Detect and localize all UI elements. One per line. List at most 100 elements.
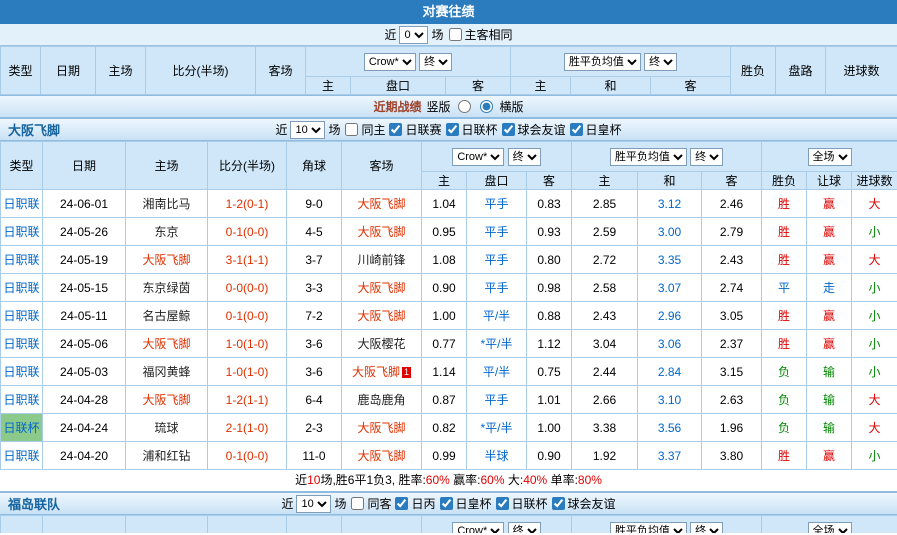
- team1-odds-source-select[interactable]: Crow*: [452, 148, 504, 166]
- match-score-link[interactable]: 0-1(0-0): [208, 442, 287, 470]
- league-filter-option[interactable]: 日联杯: [444, 121, 498, 138]
- away-team-link[interactable]: 川崎前锋: [342, 246, 422, 274]
- history-row: 日职联24-06-01湘南比马1-2(0-1)9-0大阪飞脚1.04平手0.83…: [1, 190, 897, 218]
- league-type-cell[interactable]: 日职联: [1, 302, 43, 330]
- league-type-cell[interactable]: 日职联: [1, 246, 43, 274]
- away-team-link[interactable]: 大阪飞脚: [342, 442, 422, 470]
- home-team-link[interactable]: 大阪飞脚: [126, 246, 208, 274]
- handicap-cell[interactable]: 平手: [467, 246, 527, 274]
- team2-avg-final-select[interactable]: 终: [690, 522, 723, 534]
- match-score-link[interactable]: 1-2(0-1): [208, 190, 287, 218]
- team2-count-select[interactable]: 10: [296, 495, 331, 513]
- handicap-cell[interactable]: 平手: [467, 190, 527, 218]
- away-team-link[interactable]: 鹿岛鹿角: [342, 386, 422, 414]
- league-type-cell[interactable]: 日职联: [1, 386, 43, 414]
- h2h-odds-source-select[interactable]: Crow*: [364, 53, 416, 71]
- vertical-layout-radio[interactable]: [458, 100, 471, 113]
- home-team-link[interactable]: 琉球: [126, 414, 208, 442]
- match-score-link[interactable]: 1-0(1-0): [208, 330, 287, 358]
- league-filter-checkbox[interactable]: [440, 497, 453, 510]
- league-filter-checkbox[interactable]: [389, 123, 402, 136]
- win-loss-cell: 负: [762, 386, 807, 414]
- team1-name[interactable]: 大阪飞脚: [8, 120, 60, 139]
- handicap-cell[interactable]: 平手: [467, 386, 527, 414]
- away-team-link[interactable]: 大阪飞脚: [342, 274, 422, 302]
- match-score-link[interactable]: 0-0(0-0): [208, 274, 287, 302]
- away-odds-cell: 1.01: [527, 386, 572, 414]
- handicap-cell[interactable]: 半球: [467, 442, 527, 470]
- league-type-cell[interactable]: 日职联: [1, 330, 43, 358]
- league-filter-checkbox[interactable]: [496, 497, 509, 510]
- h2h-odds-final-select[interactable]: 终: [419, 53, 452, 71]
- league-filter-checkbox[interactable]: [502, 123, 515, 136]
- away-team-link[interactable]: 大阪飞脚: [342, 218, 422, 246]
- match-score-link[interactable]: 1-0(1-0): [208, 358, 287, 386]
- team1-avg-select[interactable]: 胜平负均值: [610, 148, 687, 166]
- handicap-cell[interactable]: 平手: [467, 218, 527, 246]
- away-team-link[interactable]: 大阪飞脚: [342, 190, 422, 218]
- same-venue-checkbox[interactable]: [449, 28, 462, 41]
- home-odds-cell: 0.82: [422, 414, 467, 442]
- home-team-link[interactable]: 大阪飞脚: [126, 386, 208, 414]
- handicap-cell[interactable]: 平/半: [467, 302, 527, 330]
- handicap-result-cell: 输: [807, 386, 852, 414]
- col-type: 类型: [1, 47, 41, 95]
- match-score-link[interactable]: 0-1(0-0): [208, 218, 287, 246]
- handicap-cell[interactable]: 平手: [467, 274, 527, 302]
- league-filter-option[interactable]: 球会友谊: [500, 121, 566, 138]
- league-filter-checkbox[interactable]: [446, 123, 459, 136]
- team1-avg-final-select[interactable]: 终: [690, 148, 723, 166]
- handicap-cell[interactable]: *平/半: [467, 414, 527, 442]
- team1-full-match-select[interactable]: 全场: [808, 148, 852, 166]
- away-team-link[interactable]: 大阪飞脚1: [342, 358, 422, 386]
- league-filter-checkbox[interactable]: [552, 497, 565, 510]
- h2h-count-select[interactable]: 0: [399, 26, 428, 44]
- match-score-link[interactable]: 3-1(1-1): [208, 246, 287, 274]
- home-team-link[interactable]: 大阪飞脚: [126, 330, 208, 358]
- horizontal-layout-radio[interactable]: [480, 100, 493, 113]
- handicap-cell[interactable]: 平/半: [467, 358, 527, 386]
- league-filter-option[interactable]: 日联杯: [494, 495, 548, 512]
- handicap-cell[interactable]: *平/半: [467, 330, 527, 358]
- league-filter-checkbox[interactable]: [570, 123, 583, 136]
- same-venue-option[interactable]: 主客相同: [447, 26, 513, 43]
- league-filter-option[interactable]: 日皇杯: [568, 121, 622, 138]
- league-type-cell[interactable]: 日职联: [1, 190, 43, 218]
- team1-odds-final-select[interactable]: 终: [508, 148, 541, 166]
- team2-avg-select[interactable]: 胜平负均值: [610, 522, 687, 534]
- team2-name[interactable]: 福岛联队: [8, 494, 60, 513]
- league-type-cell[interactable]: 日职联: [1, 358, 43, 386]
- league-filter-option[interactable]: 球会友谊: [550, 495, 616, 512]
- match-score-link[interactable]: 2-1(1-0): [208, 414, 287, 442]
- league-filter-option[interactable]: 同主: [343, 121, 385, 138]
- league-type-cell[interactable]: 日职联: [1, 218, 43, 246]
- team2-odds-source-select[interactable]: Crow*: [452, 522, 504, 534]
- away-team-link[interactable]: 大阪樱花: [342, 330, 422, 358]
- league-type-cell[interactable]: 日联杯: [1, 414, 43, 442]
- team1-count-select[interactable]: 10: [290, 121, 325, 139]
- away-team-link[interactable]: 大阪飞脚: [342, 302, 422, 330]
- league-filter-checkbox[interactable]: [395, 497, 408, 510]
- league-filter-option[interactable]: 日联赛: [387, 121, 441, 138]
- team2-odds-final-select[interactable]: 终: [508, 522, 541, 534]
- home-team-link[interactable]: 名古屋鲸: [126, 302, 208, 330]
- home-team-link[interactable]: 浦和红钻: [126, 442, 208, 470]
- league-filter-checkbox[interactable]: [345, 123, 358, 136]
- home-team-link[interactable]: 东京: [126, 218, 208, 246]
- h2h-avg-select[interactable]: 胜平负均值: [564, 53, 641, 71]
- home-team-link[interactable]: 湘南比马: [126, 190, 208, 218]
- h2h-avg-final-select[interactable]: 终: [644, 53, 677, 71]
- league-filter-option[interactable]: 同客: [349, 495, 391, 512]
- league-filter-option[interactable]: 日皇杯: [438, 495, 492, 512]
- match-score-link[interactable]: 1-2(1-1): [208, 386, 287, 414]
- match-score-link[interactable]: 0-1(0-0): [208, 302, 287, 330]
- league-filter-option[interactable]: 日丙: [393, 495, 435, 512]
- home-team-link[interactable]: 东京绿茵: [126, 274, 208, 302]
- league-type-cell[interactable]: 日职联: [1, 442, 43, 470]
- away-team-link[interactable]: 大阪飞脚: [342, 414, 422, 442]
- team2-full-match-select[interactable]: 全场: [808, 522, 852, 534]
- league-filter-checkbox[interactable]: [351, 497, 364, 510]
- home-team-link[interactable]: 福冈黄蜂: [126, 358, 208, 386]
- league-type-cell[interactable]: 日职联: [1, 274, 43, 302]
- history-row: 日职联24-04-20浦和红钻0-1(0-0)11-0大阪飞脚0.99半球0.9…: [1, 442, 897, 470]
